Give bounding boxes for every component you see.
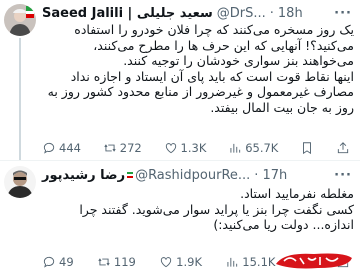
tweet-line: اینها نقاط قوت است که باید پای آن ایستاد… bbox=[70, 68, 354, 84]
tweet-line: روز به جان بیت المال بیفتد. bbox=[210, 99, 354, 115]
tweet-text: مغلطه نفرمایید استاد. کسی نگفت چرا بنز ی… bbox=[42, 186, 354, 233]
badge-icon bbox=[127, 172, 134, 178]
tweet-header: Saeed Jalili | سعید جلیلی @DrS... · 18h … bbox=[42, 4, 354, 22]
timestamp[interactable]: 18h bbox=[278, 6, 303, 21]
like-button[interactable]: 1.9K bbox=[159, 255, 202, 269]
like-button[interactable]: 1.3K bbox=[164, 141, 207, 155]
reply-icon bbox=[43, 142, 55, 154]
like-icon bbox=[161, 257, 172, 268]
tweet-line: کسی نگفت چرا بنز یا پراید سوار می‌شوید. … bbox=[79, 201, 354, 217]
repost-count: 272 bbox=[119, 141, 142, 155]
repost-icon bbox=[104, 144, 116, 152]
bookmark-button[interactable] bbox=[300, 141, 314, 155]
tweet-line: اندازه... دولت ریا می‌کنید:) bbox=[213, 217, 354, 233]
watermark-logo bbox=[276, 253, 352, 269]
timestamp[interactable]: 17h bbox=[262, 168, 287, 183]
repost-button[interactable]: 119 bbox=[97, 255, 136, 269]
tweet-text: یک روز مسخره می‌کنند که چرا فلان خودرو ر… bbox=[42, 22, 354, 116]
views-icon bbox=[227, 257, 238, 267]
separator-dot: · bbox=[254, 167, 259, 183]
share-button[interactable] bbox=[336, 141, 350, 155]
separator-dot: · bbox=[269, 5, 274, 21]
thread-line bbox=[19, 38, 21, 160]
tweet-line: یک روز مسخره می‌کنند که چرا فلان خودرو ر… bbox=[74, 22, 354, 37]
tweet-line: می‌کنید؟! آنهایی که این حرف ها را مطرح م… bbox=[93, 37, 354, 53]
reply-icon bbox=[43, 256, 55, 268]
views-button[interactable]: 15.1K bbox=[225, 255, 275, 269]
repost-icon bbox=[98, 258, 110, 266]
divider bbox=[0, 160, 360, 161]
share-icon bbox=[337, 142, 349, 154]
views-icon bbox=[230, 143, 241, 153]
avatar[interactable] bbox=[4, 4, 36, 36]
views-count: 15.1K bbox=[242, 255, 276, 269]
more-options-button[interactable]: ··· bbox=[334, 6, 352, 21]
tweet-actions: 444 272 1.3K 65.7K bbox=[42, 140, 350, 156]
views-count: 65.7K bbox=[245, 141, 279, 155]
tweet-line: مصارف غیرمعمول و غیرضرور از منابع محدود … bbox=[47, 84, 354, 100]
views-button[interactable]: 65.7K bbox=[228, 141, 278, 155]
bookmark-icon bbox=[303, 142, 312, 155]
author-handle[interactable]: @RashidpourRe... bbox=[135, 168, 250, 183]
reply-button[interactable]: 49 bbox=[42, 255, 74, 269]
reply-count: 49 bbox=[59, 255, 74, 269]
tweet-header: رضا رشیدپور @RashidpourRe... · 17h ··· bbox=[42, 166, 354, 184]
author-name[interactable]: Saeed Jalili | سعید جلیلی bbox=[42, 6, 213, 21]
author-handle[interactable]: @DrS... bbox=[217, 6, 266, 21]
reply-count: 444 bbox=[59, 141, 81, 155]
repost-count: 119 bbox=[113, 255, 136, 269]
tweet-line: مغلطه نفرمایید استاد. bbox=[240, 186, 354, 201]
tweet-saeed-jalili[interactable]: Saeed Jalili | سعید جلیلی @DrS... · 18h … bbox=[0, 0, 360, 160]
repost-button[interactable]: 272 bbox=[103, 141, 142, 155]
like-count: 1.9K bbox=[176, 255, 202, 269]
avatar[interactable] bbox=[4, 166, 36, 198]
like-count: 1.3K bbox=[180, 141, 207, 155]
tweet-line: می‌خواهند بنز سواری خودشان را توجیه کنند… bbox=[123, 53, 354, 69]
like-icon bbox=[165, 143, 176, 154]
reply-button[interactable]: 444 bbox=[42, 141, 81, 155]
author-name[interactable]: رضا رشیدپور bbox=[42, 168, 125, 183]
more-options-button[interactable]: ··· bbox=[334, 168, 352, 183]
